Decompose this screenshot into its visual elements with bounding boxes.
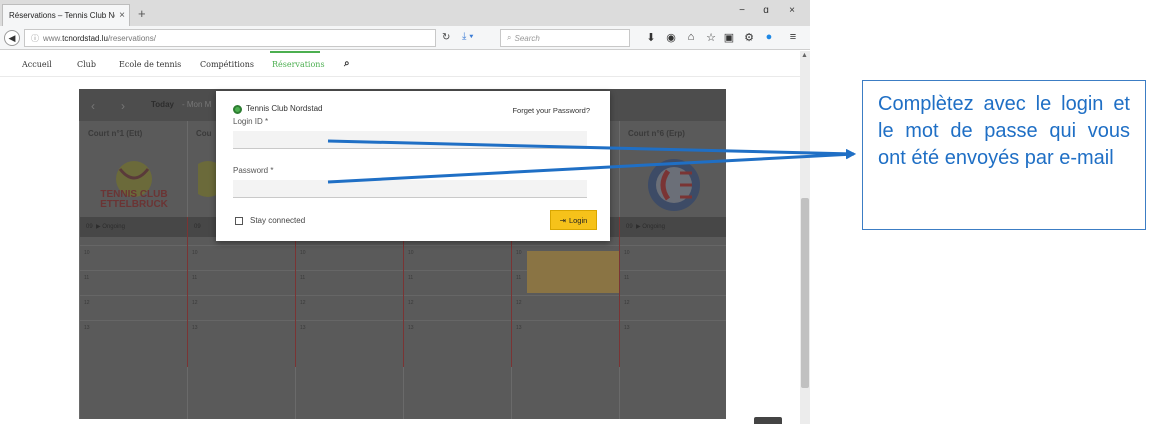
instruction-callout: Complètez avec le login et le mot de pas… [862,80,1146,230]
home-icon[interactable]: ⌂ [684,31,698,43]
search-icon: ⌕ [507,33,512,42]
time-slot[interactable]: 13 [80,320,187,345]
browser-window: Réservations – Tennis Club No... × + − ɑ… [0,0,810,424]
login-arrow-icon: ⇥ [559,215,566,225]
time-slot[interactable]: 12 [80,295,187,320]
time-slot[interactable]: 12 [188,295,295,320]
nav-item-ecole[interactable]: Ecole de tennis [119,60,181,69]
login-button[interactable]: ⇥ Login [550,210,597,230]
login-button-label: Login [568,215,588,225]
password-label: Password * [233,166,274,175]
url-prefix: www. [43,33,63,43]
time-slot[interactable]: 13 [512,320,619,345]
login-id-input[interactable] [233,131,587,149]
court-name: Cou [196,129,212,138]
browser-tab[interactable]: Réservations – Tennis Club No... × [2,4,130,26]
nav-item-reservations[interactable]: Réservations [272,60,325,69]
time-slot[interactable]: 10 [404,245,511,270]
download-icon[interactable]: ⬇ [644,31,658,44]
booked-slot[interactable] [527,251,619,293]
close-window-button[interactable]: × [782,5,802,16]
minimize-button[interactable]: − [732,5,752,16]
nav-item-competitions[interactable]: Compétitions [200,60,254,69]
court-logo [648,159,700,211]
court-column: Court n°1 (Ett) TENNIS CLUB ETTELBRUCK 0… [79,121,187,419]
reload-icon[interactable]: ↻ [442,32,450,43]
time-slot[interactable]: 11 [296,270,403,295]
time-slot[interactable]: 12 [296,295,403,320]
chat-widget-button[interactable] [754,417,782,424]
site-info-icon[interactable]: ⓘ [31,33,39,44]
time-slot[interactable]: 13 [620,320,726,345]
nav-item-club[interactable]: Club [77,60,96,69]
site-navigation: Accueil Club Ecole de tennis Compétition… [0,51,810,77]
new-tab-button[interactable]: + [138,6,146,21]
nav-item-accueil[interactable]: Accueil [22,60,52,69]
search-bar[interactable]: ⌕ Search [500,29,630,47]
time-slot[interactable]: 12 [404,295,511,320]
tab-title: Réservations – Tennis Club No... [9,11,115,20]
ongoing-bar: 09 ▶ Ongoing [620,217,726,237]
browser-navbar: ◀ ⓘ www. tcnordstad.lu/reservations/ ↻ ⤓ … [0,26,810,50]
prev-arrow-icon[interactable]: ‹ [91,99,95,113]
time-slot[interactable]: 10 [188,245,295,270]
login-id-label: Login ID * [233,117,269,126]
pocket-icon[interactable]: ◉ [664,31,678,44]
club-logo-icon [233,105,242,114]
time-slot[interactable]: 13 [404,320,511,345]
scrollbar-thumb[interactable] [801,198,809,388]
court-name: Court n°1 (Ett) [88,129,143,138]
skype-icon[interactable]: ● [762,31,776,43]
date-label: - Mon M [182,100,212,109]
search-icon[interactable]: ⌕ [344,58,350,69]
divider [619,217,620,367]
club-name: Tennis Club Nordstad [246,104,323,113]
screenshot-stage: Réservations – Tennis Club No... × + − ɑ… [0,0,1151,424]
tab-bar: Réservations – Tennis Club No... × + − ɑ… [0,0,810,26]
time-slot[interactable]: 10 [620,245,726,270]
court-column: Court n°6 (Erp) 09 ▶ Ongoing 10 11 12 13 [619,121,726,419]
next-arrow-icon[interactable]: › [121,99,125,113]
ongoing-bar: 09 ▶ Ongoing [80,217,187,237]
time-slot[interactable]: 12 [512,295,619,320]
ongoing-label: Ongoing [102,224,125,230]
time-slot[interactable]: 12 [620,295,726,320]
time-slot[interactable]: 13 [296,320,403,345]
url-host: tcnordstad.lu [62,33,108,43]
tab-close-icon[interactable]: × [115,10,129,21]
password-input[interactable] [233,180,587,198]
svg-text:ETTELBRUCK: ETTELBRUCK [100,199,169,210]
extension-icon[interactable]: ⚙ [742,31,756,44]
court-logo: TENNIS CLUB ETTELBRUCK [100,161,169,210]
time-slot[interactable]: 11 [80,270,187,295]
court-name: Court n°6 (Erp) [628,129,685,138]
time-slot[interactable]: 11 [404,270,511,295]
maximize-button[interactable]: ɑ [756,5,776,16]
forgot-password-link[interactable]: Forget your Password? [512,106,590,115]
bookmark-star-icon[interactable]: ☆ [704,31,718,44]
menu-icon[interactable]: ≡ [786,31,800,43]
today-button[interactable]: Today [151,100,174,109]
back-arrow-icon[interactable]: ◀ [4,30,20,46]
reading-list-icon[interactable]: ▣ [722,31,736,44]
stay-connected-checkbox[interactable] [235,217,243,225]
login-modal: Tennis Club Nordstad Forget your Passwor… [216,91,610,241]
download-arrow-icon[interactable]: ⤓ ▾ [462,31,473,42]
time-slot[interactable]: 10 [80,245,187,270]
url-bar[interactable]: ⓘ www. tcnordstad.lu/reservations/ [24,29,436,47]
url-path: /reservations/ [107,33,156,43]
scroll-up-icon[interactable]: ▲ [801,52,808,59]
active-nav-indicator [270,51,320,53]
search-placeholder: Search [514,33,540,43]
time-slot[interactable]: 11 [620,270,726,295]
stay-connected-label: Stay connected [250,216,306,225]
ongoing-label: Ongoing [642,224,665,230]
time-slot[interactable]: 11 [188,270,295,295]
time-slot[interactable]: 13 [188,320,295,345]
time-slot[interactable]: 10 [296,245,403,270]
divider [187,217,188,367]
